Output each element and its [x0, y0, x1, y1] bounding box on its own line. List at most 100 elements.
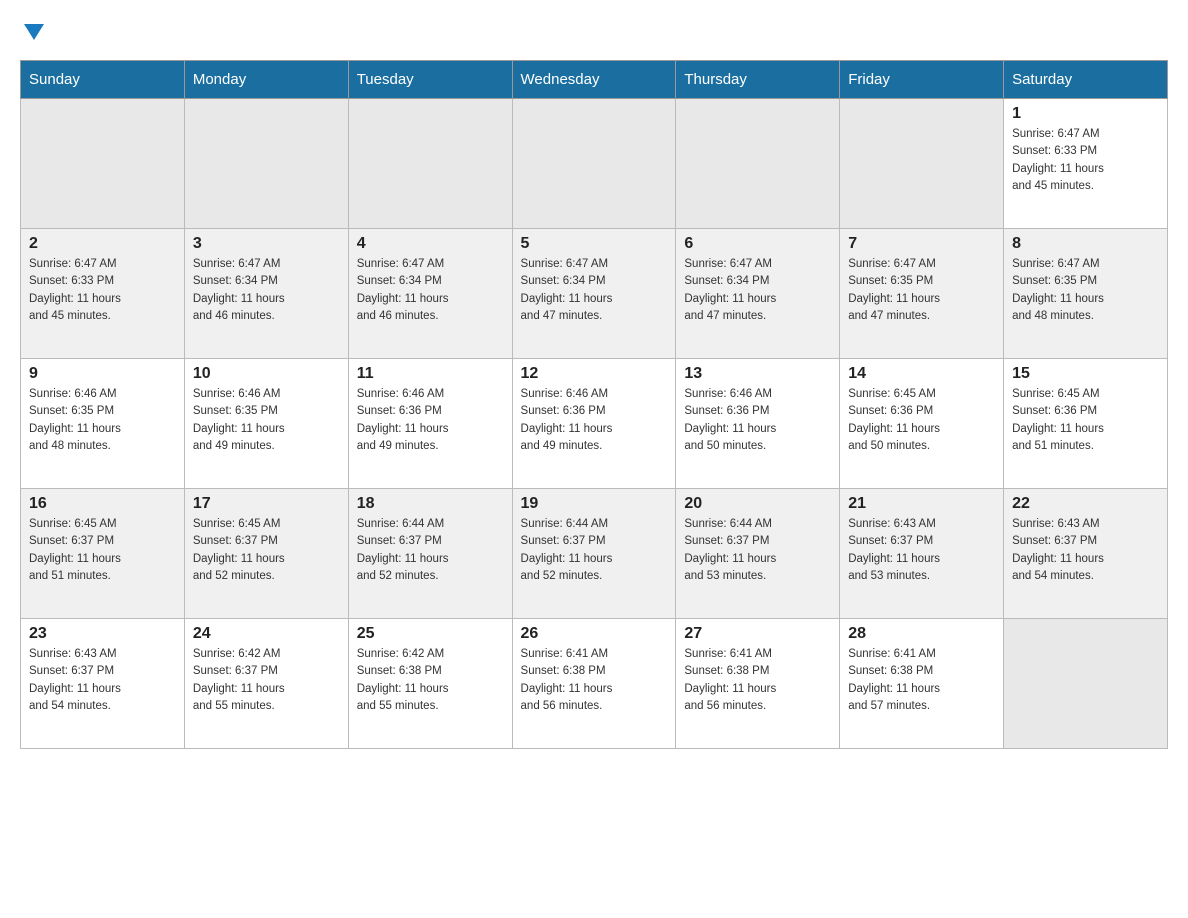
day-info: Sunrise: 6:45 AM Sunset: 6:36 PM Dayligh… [848, 386, 995, 455]
day-info: Sunrise: 6:46 AM Sunset: 6:36 PM Dayligh… [357, 386, 504, 455]
day-info: Sunrise: 6:46 AM Sunset: 6:36 PM Dayligh… [684, 386, 831, 455]
calendar-cell: 3Sunrise: 6:47 AM Sunset: 6:34 PM Daylig… [184, 229, 348, 359]
calendar-cell: 19 Sunrise: 6:44 AM Sunset: 6:37 PM Dayli… [512, 489, 676, 619]
calendar-cell [348, 99, 512, 229]
logo [20, 20, 44, 40]
day-number: 16 [29, 495, 176, 513]
day-info: Sunrise: 6:46 AM Sunset: 6:35 PM Dayligh… [193, 386, 340, 455]
calendar-cell: 26 Sunrise: 6:41 AM Sunset: 6:38 PM Dayli… [512, 619, 676, 749]
day-info: Sunrise: 6:43 AM Sunset: 6:37 PM Dayligh… [29, 646, 176, 715]
weekday-header-tuesday: Tuesday [348, 61, 512, 99]
day-number: 9 [29, 365, 176, 383]
weekday-header-sunday: Sunday [21, 61, 185, 99]
day-info: Sunrise: 6:45 AM Sunset: 6:37 PM Dayligh… [29, 516, 176, 585]
day-info: Sunrise: 6:41 AM Sunset: 6:38 PM Dayligh… [848, 646, 995, 715]
weekday-header-friday: Friday [840, 61, 1004, 99]
calendar-week-row: 1 Sunrise: 6:47 AM Sunset: 6:33 PM Daylig… [21, 99, 1168, 229]
calendar-week-row: 16 Sunrise: 6:45 AM Sunset: 6:37 PM Dayli… [21, 489, 1168, 619]
calendar-cell [184, 99, 348, 229]
weekday-header-thursday: Thursday [676, 61, 840, 99]
calendar-cell [1004, 619, 1168, 749]
calendar-cell: 9 Sunrise: 6:46 AM Sunset: 6:35 PM Daylig… [21, 359, 185, 489]
day-number: 24 [193, 625, 340, 643]
day-info: Sunrise: 6:47 AM Sunset: 6:34 PM Dayligh… [684, 256, 831, 325]
calendar-cell [840, 99, 1004, 229]
day-info: Sunrise: 6:45 AM Sunset: 6:36 PM Dayligh… [1012, 386, 1159, 455]
day-number: 3 [193, 235, 340, 253]
day-info: Sunrise: 6:47 AM Sunset: 6:33 PM Dayligh… [1012, 126, 1159, 195]
day-info: Sunrise: 6:47 AM Sunset: 6:34 PM Dayligh… [357, 256, 504, 325]
weekday-header-saturday: Saturday [1004, 61, 1168, 99]
calendar-cell: 12 Sunrise: 6:46 AM Sunset: 6:36 PM Dayli… [512, 359, 676, 489]
day-number: 22 [1012, 495, 1159, 513]
day-number: 2 [29, 235, 176, 253]
calendar-cell: 15Sunrise: 6:45 AM Sunset: 6:36 PM Dayli… [1004, 359, 1168, 489]
day-number: 1 [1012, 105, 1159, 123]
calendar-cell [676, 99, 840, 229]
day-number: 27 [684, 625, 831, 643]
calendar-week-row: 2 Sunrise: 6:47 AM Sunset: 6:33 PM Daylig… [21, 229, 1168, 359]
day-number: 28 [848, 625, 995, 643]
day-number: 10 [193, 365, 340, 383]
day-info: Sunrise: 6:46 AM Sunset: 6:35 PM Dayligh… [29, 386, 176, 455]
calendar-cell [21, 99, 185, 229]
calendar-cell: 20 Sunrise: 6:44 AM Sunset: 6:37 PM Dayli… [676, 489, 840, 619]
day-number: 14 [848, 365, 995, 383]
day-number: 17 [193, 495, 340, 513]
day-info: Sunrise: 6:42 AM Sunset: 6:38 PM Dayligh… [357, 646, 504, 715]
day-info: Sunrise: 6:43 AM Sunset: 6:37 PM Dayligh… [1012, 516, 1159, 585]
calendar-cell: 13 Sunrise: 6:46 AM Sunset: 6:36 PM Dayli… [676, 359, 840, 489]
calendar-cell: 1 Sunrise: 6:47 AM Sunset: 6:33 PM Daylig… [1004, 99, 1168, 229]
calendar-table: SundayMondayTuesdayWednesdayThursdayFrid… [20, 60, 1168, 749]
calendar-cell [512, 99, 676, 229]
day-number: 11 [357, 365, 504, 383]
calendar-week-row: 23 Sunrise: 6:43 AM Sunset: 6:37 PM Dayli… [21, 619, 1168, 749]
day-number: 25 [357, 625, 504, 643]
calendar-cell: 18 Sunrise: 6:44 AM Sunset: 6:37 PM Dayli… [348, 489, 512, 619]
day-number: 26 [521, 625, 668, 643]
day-number: 6 [684, 235, 831, 253]
calendar-cell: 25 Sunrise: 6:42 AM Sunset: 6:38 PM Dayli… [348, 619, 512, 749]
weekday-header-monday: Monday [184, 61, 348, 99]
day-number: 7 [848, 235, 995, 253]
calendar-cell: 5Sunrise: 6:47 AM Sunset: 6:34 PM Daylig… [512, 229, 676, 359]
day-info: Sunrise: 6:47 AM Sunset: 6:35 PM Dayligh… [1012, 256, 1159, 325]
weekday-header-wednesday: Wednesday [512, 61, 676, 99]
day-number: 8 [1012, 235, 1159, 253]
calendar-cell: 28 Sunrise: 6:41 AM Sunset: 6:38 PM Dayli… [840, 619, 1004, 749]
weekday-header-row: SundayMondayTuesdayWednesdayThursdayFrid… [21, 61, 1168, 99]
day-info: Sunrise: 6:47 AM Sunset: 6:34 PM Dayligh… [521, 256, 668, 325]
day-info: Sunrise: 6:47 AM Sunset: 6:33 PM Dayligh… [29, 256, 176, 325]
day-number: 13 [684, 365, 831, 383]
day-info: Sunrise: 6:44 AM Sunset: 6:37 PM Dayligh… [357, 516, 504, 585]
day-info: Sunrise: 6:47 AM Sunset: 6:35 PM Dayligh… [848, 256, 995, 325]
day-info: Sunrise: 6:44 AM Sunset: 6:37 PM Dayligh… [684, 516, 831, 585]
day-number: 4 [357, 235, 504, 253]
calendar-cell: 27Sunrise: 6:41 AM Sunset: 6:38 PM Dayli… [676, 619, 840, 749]
calendar-cell: 6 Sunrise: 6:47 AM Sunset: 6:34 PM Daylig… [676, 229, 840, 359]
calendar-cell: 11 Sunrise: 6:46 AM Sunset: 6:36 PM Dayli… [348, 359, 512, 489]
calendar-cell: 4 Sunrise: 6:47 AM Sunset: 6:34 PM Daylig… [348, 229, 512, 359]
calendar-cell: 17Sunrise: 6:45 AM Sunset: 6:37 PM Dayli… [184, 489, 348, 619]
day-info: Sunrise: 6:41 AM Sunset: 6:38 PM Dayligh… [521, 646, 668, 715]
day-number: 21 [848, 495, 995, 513]
day-info: Sunrise: 6:42 AM Sunset: 6:37 PM Dayligh… [193, 646, 340, 715]
page-header [20, 20, 1168, 40]
calendar-cell: 2 Sunrise: 6:47 AM Sunset: 6:33 PM Daylig… [21, 229, 185, 359]
day-info: Sunrise: 6:44 AM Sunset: 6:37 PM Dayligh… [521, 516, 668, 585]
calendar-cell: 22 Sunrise: 6:43 AM Sunset: 6:37 PM Dayli… [1004, 489, 1168, 619]
day-number: 20 [684, 495, 831, 513]
calendar-cell: 16 Sunrise: 6:45 AM Sunset: 6:37 PM Dayli… [21, 489, 185, 619]
day-number: 19 [521, 495, 668, 513]
calendar-cell: 23 Sunrise: 6:43 AM Sunset: 6:37 PM Dayli… [21, 619, 185, 749]
calendar-cell: 7 Sunrise: 6:47 AM Sunset: 6:35 PM Daylig… [840, 229, 1004, 359]
day-info: Sunrise: 6:46 AM Sunset: 6:36 PM Dayligh… [521, 386, 668, 455]
calendar-cell: 10 Sunrise: 6:46 AM Sunset: 6:35 PM Dayli… [184, 359, 348, 489]
day-number: 18 [357, 495, 504, 513]
calendar-week-row: 9 Sunrise: 6:46 AM Sunset: 6:35 PM Daylig… [21, 359, 1168, 489]
calendar-cell: 24 Sunrise: 6:42 AM Sunset: 6:37 PM Dayli… [184, 619, 348, 749]
day-info: Sunrise: 6:43 AM Sunset: 6:37 PM Dayligh… [848, 516, 995, 585]
day-number: 12 [521, 365, 668, 383]
calendar-cell: 14 Sunrise: 6:45 AM Sunset: 6:36 PM Dayli… [840, 359, 1004, 489]
day-number: 23 [29, 625, 176, 643]
